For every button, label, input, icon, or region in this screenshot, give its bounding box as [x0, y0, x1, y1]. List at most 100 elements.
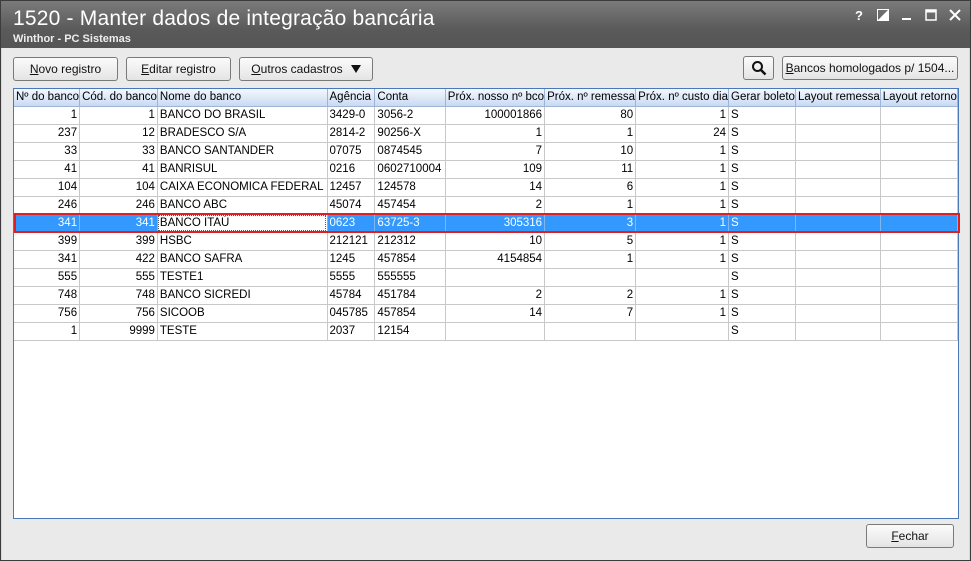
column-header[interactable]: Gerar boleto: [728, 89, 796, 107]
table-cell[interactable]: 6: [544, 178, 637, 197]
table-cell[interactable]: 1: [544, 196, 637, 215]
table-cell[interactable]: 45784: [327, 286, 376, 305]
table-cell[interactable]: [795, 214, 881, 233]
table-cell[interactable]: 1: [635, 160, 730, 179]
table-cell[interactable]: 100001866: [445, 106, 546, 125]
edit-record-button[interactable]: Editar registro: [126, 57, 231, 81]
table-cell[interactable]: [880, 124, 959, 143]
table-cell[interactable]: [795, 196, 881, 215]
table-row[interactable]: 33 33 BANCO SANTANDER 07075 0874545 7 10 1 S: [14, 142, 959, 161]
table-cell[interactable]: [880, 322, 959, 341]
banks-grid[interactable]: Nº do banco Cód. do banco Nome do banco Agê…: [13, 88, 960, 519]
table-cell[interactable]: 0602710004: [374, 160, 446, 179]
table-cell[interactable]: 12: [79, 124, 158, 143]
table-cell[interactable]: BANCO SAFRA: [157, 250, 328, 269]
table-cell[interactable]: 246: [79, 196, 158, 215]
table-cell[interactable]: S: [728, 286, 796, 305]
table-cell[interactable]: [880, 106, 959, 125]
table-cell[interactable]: 0874545: [374, 142, 446, 161]
table-cell[interactable]: 124578: [374, 178, 446, 197]
table-cell[interactable]: 33: [79, 142, 158, 161]
other-registers-button[interactable]: Outros cadastros: [239, 57, 373, 81]
table-cell[interactable]: HSBC: [157, 232, 328, 251]
table-cell[interactable]: [795, 124, 881, 143]
table-cell[interactable]: 33: [14, 142, 81, 161]
table-row[interactable]: 237 12 BRADESCO S/A 2814-2 90256-X 1 1 24 S: [14, 124, 959, 143]
table-cell[interactable]: [635, 322, 730, 341]
minimize-icon[interactable]: [900, 8, 914, 22]
table-cell[interactable]: BANRISUL: [157, 160, 328, 179]
column-header[interactable]: Layout retorno: [880, 89, 959, 107]
table-cell[interactable]: 63725-3: [374, 214, 446, 233]
maximize-icon[interactable]: [924, 8, 938, 22]
column-header[interactable]: Nº do banco: [14, 89, 81, 107]
table-cell[interactable]: 3056-2: [374, 106, 446, 125]
table-row[interactable]: 748 748 BANCO SICREDI 45784 451784 2 2 1 S: [14, 286, 959, 305]
close-icon[interactable]: [948, 8, 962, 22]
table-cell[interactable]: S: [728, 232, 796, 251]
table-cell[interactable]: 14: [445, 304, 546, 323]
table-cell[interactable]: 748: [14, 286, 81, 305]
column-header[interactable]: Agência: [327, 89, 376, 107]
table-cell[interactable]: 7: [544, 304, 637, 323]
table-cell[interactable]: 4154854: [445, 250, 546, 269]
table-cell[interactable]: [880, 304, 959, 323]
table-cell[interactable]: S: [728, 268, 796, 287]
table-cell[interactable]: 1: [445, 124, 546, 143]
table-cell[interactable]: 5: [544, 232, 637, 251]
column-header[interactable]: Próx. nº remessa: [544, 89, 637, 107]
table-cell[interactable]: BANCO ABC: [157, 196, 328, 215]
table-cell[interactable]: [795, 286, 881, 305]
table-cell[interactable]: 756: [14, 304, 81, 323]
table-cell[interactable]: CAIXA ECONOMICA FEDERAL: [157, 178, 328, 197]
table-cell[interactable]: [880, 268, 959, 287]
table-row[interactable]: 41 41 BANRISUL 0216 0602710004 109 11 1 S: [14, 160, 959, 179]
table-cell[interactable]: [795, 106, 881, 125]
table-cell[interactable]: 1: [635, 178, 730, 197]
table-cell[interactable]: S: [728, 178, 796, 197]
table-cell[interactable]: [880, 178, 959, 197]
table-cell[interactable]: S: [728, 196, 796, 215]
table-cell[interactable]: S: [728, 142, 796, 161]
table-cell[interactable]: [795, 232, 881, 251]
table-cell[interactable]: 1: [635, 142, 730, 161]
table-cell[interactable]: 305316: [445, 214, 546, 233]
column-header[interactable]: Layout remessa: [795, 89, 881, 107]
close-button[interactable]: Fechar: [866, 524, 954, 548]
table-cell[interactable]: BANCO ITAÚ: [157, 214, 328, 233]
table-cell[interactable]: TESTE: [157, 322, 328, 341]
table-row[interactable]: 341 341 BANCO ITAÚ 0623 63725-3 305316 3 1 S: [14, 214, 959, 233]
table-cell[interactable]: 41: [14, 160, 81, 179]
column-header[interactable]: Próx. nº custo dia: [635, 89, 730, 107]
column-header[interactable]: Cód. do banco: [79, 89, 158, 107]
table-cell[interactable]: BANCO SICREDI: [157, 286, 328, 305]
table-cell[interactable]: 748: [79, 286, 158, 305]
table-cell[interactable]: 1: [14, 322, 81, 341]
table-cell[interactable]: 2: [544, 286, 637, 305]
table-cell[interactable]: 24: [635, 124, 730, 143]
table-cell[interactable]: [880, 142, 959, 161]
table-cell[interactable]: [544, 322, 637, 341]
table-cell[interactable]: 10: [544, 142, 637, 161]
table-cell[interactable]: [445, 322, 546, 341]
table-cell[interactable]: [880, 160, 959, 179]
table-cell[interactable]: [880, 250, 959, 269]
table-cell[interactable]: 1: [544, 250, 637, 269]
table-cell[interactable]: [445, 268, 546, 287]
table-cell[interactable]: 399: [79, 232, 158, 251]
table-cell[interactable]: 246: [14, 196, 81, 215]
table-cell[interactable]: 104: [14, 178, 81, 197]
table-cell[interactable]: 212312: [374, 232, 446, 251]
table-cell[interactable]: [795, 250, 881, 269]
table-row[interactable]: 555 555 TESTE1 5555 555555 S: [14, 268, 959, 287]
table-cell[interactable]: 555: [14, 268, 81, 287]
table-cell[interactable]: 1: [635, 106, 730, 125]
table-cell[interactable]: 3429-0: [327, 106, 376, 125]
table-cell[interactable]: 2: [445, 286, 546, 305]
table-cell[interactable]: [880, 232, 959, 251]
table-cell[interactable]: S: [728, 160, 796, 179]
table-cell[interactable]: 45074: [327, 196, 376, 215]
table-cell[interactable]: 41: [79, 160, 158, 179]
table-cell[interactable]: 07075: [327, 142, 376, 161]
table-cell[interactable]: 237: [14, 124, 81, 143]
